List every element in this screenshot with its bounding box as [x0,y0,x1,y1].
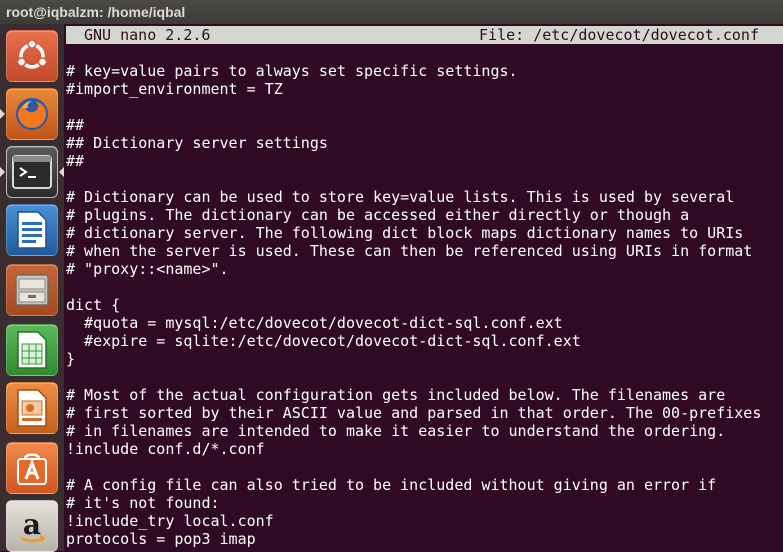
launcher-firefox[interactable] [6,88,58,140]
nano-title-bar: GNU nano 2.2.6 File: /etc/dovecot/doveco… [66,26,783,44]
software-center-icon [13,449,51,487]
launcher-libreoffice-impress[interactable] [6,382,58,434]
editor-line: !include conf.d/*.conf [66,440,265,458]
window-title: root@iqbalzm: /home/iqbal [0,0,783,24]
editor-line: # key=value pairs to always set specific… [66,62,518,80]
editor-line: # A config file can also tried to be inc… [66,476,717,494]
launcher-software-center[interactable] [6,442,58,494]
editor-line: # it's not found: [66,494,220,512]
editor-line: ## Dictionary server settings [66,134,328,152]
running-indicator [0,109,5,119]
launcher-amazon[interactable]: a [6,500,58,552]
editor-line: # dictionary server. The following dict … [66,224,744,242]
editor-line: # plugins. The dictionary can be accesse… [66,206,690,224]
writer-document-icon [16,210,48,250]
editor-line: dict { [66,296,121,314]
launcher-libreoffice-writer[interactable] [6,204,58,256]
svg-text:a: a [23,508,41,541]
editor-line: # Dictionary can be used to store key=va… [66,188,735,206]
editor-line: # first sorted by their ASCII value and … [66,404,762,422]
firefox-icon [12,94,52,134]
editor-line: #import_environment = TZ [66,80,283,98]
unity-launcher: a [0,24,64,552]
nano-file-name: File: /etc/dovecot/dovecot.conf [479,26,759,44]
editor-line: protocols = pop3 imap [66,530,256,548]
ubuntu-logo-icon [14,38,50,74]
calc-spreadsheet-icon [16,330,48,370]
terminal-icon [12,155,52,189]
editor-line: #expire = sqlite:/etc/dovecot/dovecot-di… [66,332,581,350]
amazon-icon: a [13,507,51,545]
editor-line: # Most of the actual configuration gets … [66,386,726,404]
editor-line: ## [66,116,85,134]
running-indicator [0,167,5,177]
editor-line: # in filenames are intended to make it e… [66,422,726,440]
editor-line: ## [66,152,85,170]
launcher-libreoffice-calc[interactable] [6,324,58,376]
editor-line: #quota = mysql:/etc/dovecot/dovecot-dict… [66,314,563,332]
editor-text-area[interactable]: # key=value pairs to always set specific… [66,62,783,548]
launcher-terminal[interactable] [6,146,58,198]
impress-presentation-icon [16,388,48,428]
editor-line: # when the server is used. These can the… [66,242,753,260]
editor-line: } [66,350,76,368]
launcher-dash-home[interactable] [6,30,58,82]
nano-version: GNU nano 2.2.6 [84,26,211,44]
file-cabinet-icon [13,271,51,309]
launcher-files[interactable] [6,264,58,316]
editor-line: !include_try local.conf [66,512,274,530]
terminal-window[interactable]: GNU nano 2.2.6 File: /etc/dovecot/doveco… [64,24,783,551]
editor-line: # "proxy::<name>". [66,260,229,278]
